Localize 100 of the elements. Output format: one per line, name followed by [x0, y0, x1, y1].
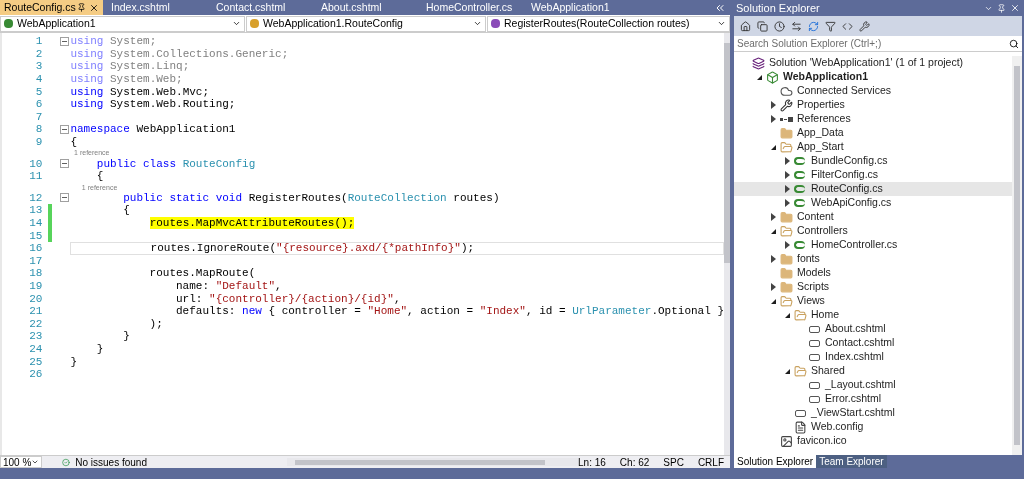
tree-item[interactable]: Content — [734, 210, 1012, 224]
open-folder-icon — [780, 224, 793, 238]
code-icon[interactable] — [842, 20, 853, 32]
code-line: ); — [148, 317, 163, 330]
tree-item[interactable]: RouteConfig.cs — [734, 182, 1012, 196]
open-folder-icon — [780, 294, 793, 308]
line-number: 18 — [28, 267, 43, 280]
code-line: { — [95, 170, 104, 183]
tree-item[interactable]: Scripts — [734, 280, 1012, 294]
pin-icon[interactable] — [997, 3, 1006, 13]
line-number: 20 — [28, 292, 43, 305]
tree-item[interactable]: WebApplication1 — [734, 70, 1012, 84]
tree-item[interactable]: Home — [734, 308, 1012, 322]
expanded-arrow-icon[interactable] — [784, 312, 790, 318]
file-tab[interactable]: Contact.cshtml — [208, 0, 313, 15]
line-number: 19 — [28, 280, 43, 292]
tree-item[interactable]: Shared — [734, 364, 1012, 378]
tree-item[interactable]: Models — [734, 266, 1012, 280]
wrench-icon — [780, 98, 793, 112]
filter-icon[interactable] — [825, 20, 836, 32]
tree-item[interactable]: favicon.ico — [734, 434, 1012, 448]
member-selector[interactable]: RegisterRoutes(RouteCollection routes) — [487, 15, 730, 32]
vertical-scrollbar[interactable] — [724, 33, 730, 455]
panel-tab[interactable]: Team Explorer — [816, 455, 887, 468]
csharp-file-icon — [794, 182, 807, 196]
tree-item[interactable]: Contact.cshtml — [734, 336, 1012, 350]
solution-icon — [752, 56, 765, 70]
collapse-toggle-icon[interactable] — [59, 124, 69, 134]
expanded-arrow-icon[interactable] — [770, 228, 776, 234]
close-icon[interactable] — [89, 2, 99, 13]
tree-item[interactable]: HomeController.cs — [734, 238, 1012, 252]
code-line: namespace WebApplication1 — [70, 123, 236, 136]
panel-tab[interactable]: Solution Explorer — [734, 455, 817, 468]
tree-item[interactable]: Properties — [734, 98, 1012, 112]
tree-item[interactable]: Controllers — [734, 224, 1012, 238]
expanded-arrow-icon[interactable] — [770, 144, 776, 150]
csharp-file-icon — [794, 238, 807, 252]
home-icon[interactable] — [740, 20, 751, 32]
expanded-arrow-icon[interactable] — [770, 298, 776, 304]
class-selector[interactable]: WebApplication1.RouteConfig — [246, 15, 486, 32]
pin-icon[interactable] — [77, 3, 86, 12]
refresh-icon[interactable] — [808, 20, 819, 32]
code-line: using System.Web; — [70, 73, 183, 86]
file-tab[interactable]: HomeController.cs — [418, 0, 523, 15]
image-file-icon — [780, 434, 793, 448]
line-number: 1 — [34, 35, 43, 48]
swap-icon[interactable] — [791, 20, 802, 32]
folder-icon — [780, 266, 793, 280]
tree-item[interactable]: Error.cshtml — [734, 392, 1012, 406]
tree-item[interactable]: Web.config — [734, 420, 1012, 434]
line-number: 4 — [34, 73, 43, 86]
vertical-scrollbar[interactable] — [1012, 56, 1022, 455]
line-number: 6 — [34, 98, 43, 111]
line-number: 7 — [34, 110, 43, 123]
clock-icon[interactable] — [774, 20, 785, 32]
zoom-dropdown[interactable]: 100 % — [0, 456, 43, 468]
code-line: using System.Collections.Generic; — [70, 47, 289, 60]
code-line: routes.MapRoute( — [148, 267, 256, 280]
line-number: 14 — [28, 217, 43, 229]
file-tab[interactable]: WebApplication1 — [523, 0, 628, 15]
tree-item[interactable]: About.cshtml — [734, 322, 1012, 336]
tree-item[interactable]: BundleConfig.cs — [734, 154, 1012, 168]
file-tab[interactable]: About.cshtml — [313, 0, 418, 15]
collapse-toggle-icon[interactable] — [59, 193, 69, 203]
collapse-toggle-icon[interactable] — [59, 36, 69, 46]
line-number: 15 — [28, 229, 43, 242]
tree-item[interactable]: _ViewStart.cshtml — [734, 406, 1012, 420]
issues-status[interactable]: No issues found — [75, 454, 147, 470]
code-line: { — [122, 204, 130, 217]
tree-item[interactable]: Index.cshtml — [734, 350, 1012, 364]
tree-item[interactable]: Connected Services — [734, 84, 1012, 98]
search-icon — [1009, 38, 1019, 49]
line-number: 23 — [28, 330, 43, 343]
line-number: 17 — [28, 254, 43, 267]
horizontal-scrollbar[interactable] — [286, 458, 579, 466]
tree-item[interactable]: References — [734, 112, 1012, 126]
tree-item[interactable]: _Layout.cshtml — [734, 378, 1012, 392]
line-number: 24 — [28, 342, 43, 355]
tree-item[interactable]: App_Data — [734, 126, 1012, 140]
tree-item[interactable]: WebApiConfig.cs — [734, 196, 1012, 210]
tree-item[interactable]: App_Start — [734, 140, 1012, 154]
project-selector[interactable]: WebApplication1 — [0, 15, 245, 32]
folder-icon — [780, 252, 793, 266]
wrench-icon[interactable] — [859, 20, 870, 32]
tree-item[interactable]: Views — [734, 294, 1012, 308]
collapse-toggle-icon[interactable] — [59, 159, 69, 169]
code-line: { — [70, 136, 77, 149]
member-icon — [4, 19, 13, 28]
file-tab[interactable]: Index.cshtml — [103, 0, 208, 15]
tree-item[interactable]: fonts — [734, 252, 1012, 266]
line-number: 26 — [28, 368, 43, 381]
collapsed-arrow-icon[interactable] — [770, 283, 776, 291]
tree-item[interactable]: Solution 'WebApplication1' (1 of 1 project) — [734, 56, 1012, 70]
expanded-arrow-icon[interactable] — [784, 368, 790, 374]
file-tab[interactable]: RouteConfig.cs — [0, 0, 103, 15]
expanded-arrow-icon[interactable] — [756, 74, 762, 80]
code-line: using System.Linq; — [70, 60, 190, 73]
member-icon — [250, 19, 259, 28]
sync-icon[interactable] — [757, 20, 768, 32]
line-number: 5 — [34, 85, 43, 98]
